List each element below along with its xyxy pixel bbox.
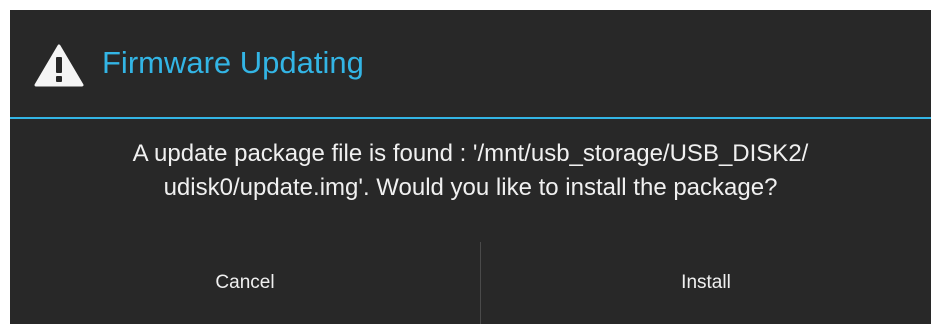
install-button[interactable]: Install	[481, 242, 931, 324]
firmware-update-dialog: Firmware Updating A update package file …	[10, 10, 931, 324]
message-line: udisk0/update.img'. Would you like to in…	[163, 174, 778, 201]
dialog-title-bar: Firmware Updating	[10, 10, 931, 118]
dialog-message: A update package file is found : '/mnt/u…	[30, 137, 911, 205]
cancel-button[interactable]: Cancel	[10, 242, 480, 324]
title-divider	[10, 117, 931, 119]
dialog-title: Firmware Updating	[102, 45, 364, 80]
warning-icon	[34, 44, 84, 87]
dialog-button-bar: Cancel Install	[10, 242, 931, 324]
message-line: A update package file is found : '/mnt/u…	[132, 140, 809, 167]
